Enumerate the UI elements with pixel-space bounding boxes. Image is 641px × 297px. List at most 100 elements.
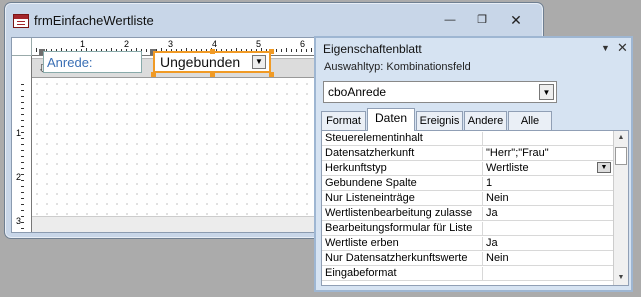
property-value[interactable]: 1 [482, 177, 614, 191]
ruler-tick [21, 192, 24, 193]
ruler-tick [21, 222, 24, 223]
ruler-tick [21, 90, 24, 91]
anrede-label-control[interactable]: Anrede: [43, 51, 142, 73]
property-row[interactable]: Datensatzherkunft "Herr";"Frau" [322, 146, 614, 161]
selection-type-label: Auswahltyp: Kombinationsfeld [324, 61, 471, 73]
tab-format[interactable]: Format [321, 111, 366, 130]
resize-handle[interactable] [210, 49, 215, 54]
chevron-down-icon[interactable]: ▼ [539, 84, 554, 100]
ruler-tick [291, 49, 292, 52]
resize-handle[interactable] [269, 72, 274, 77]
ruler-label: 1 [16, 128, 22, 138]
scroll-down-icon[interactable]: ▼ [614, 271, 628, 285]
form-title: frmEinfacheWertliste [34, 13, 154, 28]
ruler-tick [21, 210, 24, 211]
scroll-up-icon[interactable]: ▲ [614, 131, 628, 145]
ruler-tick [21, 114, 24, 115]
tab-alle[interactable]: Alle [508, 111, 552, 130]
combo-box-control[interactable]: Ungebunden ▼ [153, 51, 271, 73]
object-selector[interactable]: cboAnrede ▼ [323, 81, 557, 103]
ruler-label: 3 [16, 216, 22, 226]
ruler-tick [21, 168, 24, 169]
ruler-label: 6 [300, 39, 306, 49]
ruler-tick [21, 96, 24, 97]
property-row[interactable]: Wertliste erben Ja [322, 236, 614, 251]
property-row[interactable]: Wertlistenbearbeitung zulasse Ja [322, 206, 614, 221]
ruler-label: 3 [168, 39, 174, 49]
property-value[interactable] [482, 132, 614, 146]
property-name: Bearbeitungsformular für Liste [325, 222, 473, 234]
property-value[interactable] [482, 267, 614, 281]
tab-daten[interactable]: Daten [367, 108, 415, 131]
ruler-tick [311, 48, 312, 52]
property-value[interactable]: Ja [482, 237, 614, 251]
ruler-label: 5 [256, 39, 262, 49]
ruler-label: 2 [124, 39, 130, 49]
restore-button[interactable]: ❐ [475, 13, 489, 27]
property-value[interactable]: "Herr";"Frau" [482, 147, 614, 161]
ruler-tick [21, 126, 24, 127]
panel-close-button[interactable]: ✕ [617, 40, 628, 56]
resize-handle[interactable] [151, 72, 156, 77]
property-name: Eingabeformat [325, 267, 397, 279]
property-value[interactable] [482, 222, 614, 236]
property-row[interactable]: Steuerelementinhalt [322, 131, 614, 146]
ruler-tick [276, 49, 277, 52]
scroll-thumb[interactable] [615, 147, 627, 165]
ruler-tick [21, 186, 24, 187]
ruler-tick [21, 204, 24, 205]
property-row[interactable]: Eingabeformat [322, 266, 614, 281]
ruler-tick [21, 144, 24, 145]
tab-ereignis[interactable]: Ereignis [416, 111, 463, 130]
ruler-tick [306, 49, 307, 52]
ruler-tick [21, 102, 24, 103]
property-name: Steuerelementinhalt [325, 132, 423, 144]
resize-handle[interactable] [269, 49, 274, 54]
tab-andere[interactable]: Andere [464, 111, 507, 130]
property-name: Wertlistenbearbeitung zulasse [325, 207, 473, 219]
property-value[interactable]: Nein [482, 252, 614, 266]
property-value[interactable]: Nein [482, 192, 614, 206]
panel-menu-icon[interactable]: ▼ [601, 43, 610, 53]
close-button[interactable]: ✕ [509, 13, 523, 27]
chevron-down-icon[interactable]: ▼ [252, 55, 266, 69]
ruler-tick [21, 150, 24, 151]
ruler-tick [21, 156, 24, 157]
property-sheet-title: Eigenschaftenblatt [323, 42, 422, 56]
combo-box-text: Ungebunden [160, 54, 241, 70]
property-value[interactable]: Ja [482, 207, 614, 221]
ruler-tick [281, 49, 282, 52]
property-name: Nur Listeneinträge [325, 192, 415, 204]
ruler-label: 4 [212, 39, 218, 49]
minimize-button[interactable]: — [443, 13, 457, 27]
property-row[interactable]: Herkunftstyp Wertliste ▼ [322, 161, 614, 176]
ruler-tick [296, 49, 297, 52]
resize-handle[interactable] [210, 72, 215, 77]
ruler-tick [21, 228, 24, 229]
form-title-bar[interactable]: frmEinfacheWertliste — ❐ ✕ [5, 3, 543, 37]
ruler-tick [21, 132, 24, 133]
ruler-corner[interactable] [12, 38, 32, 56]
ruler-tick [21, 180, 24, 181]
ruler-tick [21, 120, 24, 121]
ruler-label: 2 [16, 172, 22, 182]
chevron-down-icon[interactable]: ▼ [597, 162, 611, 173]
ruler-tick [21, 216, 24, 217]
property-sheet-panel: Eigenschaftenblatt ▼ ✕ Auswahltyp: Kombi… [314, 36, 633, 292]
property-name: Herkunftstyp [325, 162, 387, 174]
property-row[interactable]: Bearbeitungsformular für Liste [322, 221, 614, 236]
ruler-tick [286, 48, 287, 52]
vertical-ruler[interactable]: 1 2 3 [12, 56, 32, 232]
ruler-tick [21, 174, 24, 175]
property-row[interactable]: Nur Datensatzherkunftswerte Nein [322, 251, 614, 266]
property-name: Datensatzherkunft [325, 147, 415, 159]
property-value[interactable]: Wertliste [482, 162, 614, 176]
property-name: Nur Datensatzherkunftswerte [325, 252, 468, 264]
ruler-label: 1 [80, 39, 86, 49]
property-row[interactable]: Gebundene Spalte 1 [322, 176, 614, 191]
property-grid: Steuerelementinhalt Datensatzherkunft "H… [321, 130, 629, 286]
property-row[interactable]: Nur Listeneinträge Nein [322, 191, 614, 206]
property-name: Wertliste erben [325, 237, 399, 249]
vertical-scrollbar[interactable]: ▲ ▼ [613, 131, 628, 285]
ruler-tick [36, 48, 37, 52]
